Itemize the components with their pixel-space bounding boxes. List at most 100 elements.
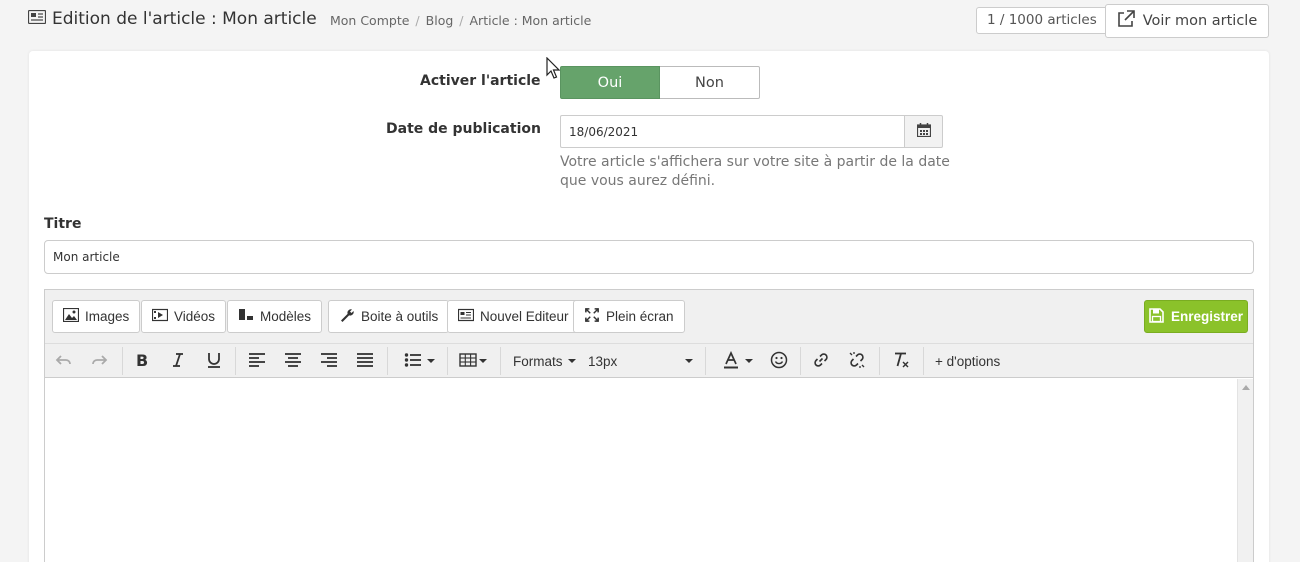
toolbar-separator xyxy=(447,347,448,375)
formats-label: Formats xyxy=(513,353,563,369)
breadcrumb: Mon Compte / Blog / Article : Mon articl… xyxy=(330,13,591,28)
page-title-text: Edition de l'article : Mon article xyxy=(52,9,317,29)
insert-link-button[interactable] xyxy=(812,348,830,374)
align-center-button[interactable] xyxy=(284,348,302,374)
italic-button[interactable] xyxy=(169,348,187,374)
unlink-icon xyxy=(848,351,866,372)
chevron-down-icon xyxy=(685,359,693,363)
activate-label: Activer l'article xyxy=(420,73,541,89)
redo-button[interactable] xyxy=(90,348,108,374)
toggle-yes-button[interactable]: Oui xyxy=(560,66,660,99)
toolbox-label: Boite à outils xyxy=(361,309,439,324)
align-center-icon xyxy=(284,351,302,372)
expand-icon xyxy=(584,308,600,325)
floppy-disk-icon xyxy=(1149,307,1164,326)
bullet-list-icon xyxy=(404,351,422,372)
text-color-button[interactable] xyxy=(718,348,756,374)
font-size-dropdown[interactable]: 13px xyxy=(588,348,693,374)
undo-icon xyxy=(55,351,73,372)
external-link-icon xyxy=(1117,10,1135,32)
calendar-button[interactable] xyxy=(904,115,943,148)
more-options-button[interactable]: + d'options xyxy=(935,348,1000,374)
breadcrumb-current: Article : Mon article xyxy=(469,13,592,28)
undo-button[interactable] xyxy=(55,348,73,374)
clear-formatting-button[interactable] xyxy=(891,348,911,374)
activate-toggle: Oui Non xyxy=(560,66,760,99)
videos-label: Vidéos xyxy=(174,309,216,324)
templates-label: Modèles xyxy=(260,309,312,324)
template-icon xyxy=(238,308,254,325)
toolbar-separator xyxy=(235,347,236,375)
table-icon xyxy=(459,351,477,372)
view-article-label: Voir mon article xyxy=(1142,13,1258,29)
formatting-toolbar: B Formats 13px + d'options xyxy=(45,344,1253,378)
toggle-no-button[interactable]: Non xyxy=(660,66,760,99)
fullscreen-label: Plein écran xyxy=(606,309,674,324)
breadcrumb-separator: / xyxy=(459,13,464,28)
save-button[interactable]: Enregistrer xyxy=(1144,300,1248,333)
toolbar-separator xyxy=(923,347,924,375)
article-counter-badge: 1 / 1000 articles xyxy=(976,7,1108,34)
align-right-icon xyxy=(320,351,338,372)
align-right-button[interactable] xyxy=(320,348,338,374)
link-icon xyxy=(812,351,830,372)
fullscreen-button[interactable]: Plein écran xyxy=(573,300,685,333)
publication-date-help: Votre article s'affichera sur votre site… xyxy=(560,154,950,189)
chevron-down-icon xyxy=(479,359,487,363)
toolbox-button[interactable]: Boite à outils xyxy=(328,300,450,333)
mouse-cursor-icon xyxy=(546,56,561,79)
publication-date-group: 18/06/2021 xyxy=(560,115,943,148)
toolbar-separator xyxy=(122,347,123,375)
image-icon xyxy=(62,307,80,325)
svg-text:B: B xyxy=(136,351,148,369)
toolbar-separator xyxy=(879,347,880,375)
formats-dropdown[interactable]: Formats xyxy=(513,348,576,374)
new-editor-button[interactable]: Nouvel Editeur xyxy=(447,300,580,333)
images-button[interactable]: Images xyxy=(52,300,141,333)
bold-icon: B xyxy=(133,351,151,372)
chevron-down-icon xyxy=(744,359,753,363)
toolbar-separator xyxy=(800,347,801,375)
bullet-list-button[interactable] xyxy=(400,348,438,374)
underline-icon xyxy=(205,351,223,372)
breadcrumb-separator: / xyxy=(415,13,420,28)
breadcrumb-account[interactable]: Mon Compte xyxy=(330,13,409,28)
emoticon-button[interactable] xyxy=(769,348,789,374)
remove-link-button[interactable] xyxy=(848,348,866,374)
templates-button[interactable]: Modèles xyxy=(227,300,323,333)
new-editor-label: Nouvel Editeur xyxy=(480,309,569,324)
scroll-up-arrow-icon[interactable] xyxy=(1242,385,1250,390)
breadcrumb-blog[interactable]: Blog xyxy=(426,13,454,28)
view-article-button[interactable]: Voir mon article xyxy=(1105,4,1269,38)
align-justify-icon xyxy=(356,351,374,372)
align-justify-button[interactable] xyxy=(356,348,374,374)
align-left-icon xyxy=(248,351,266,372)
font-size-value: 13px xyxy=(588,353,618,369)
title-label: Titre xyxy=(44,216,82,232)
bold-button[interactable]: B xyxy=(133,348,151,374)
chevron-down-icon xyxy=(426,359,435,363)
clear-format-icon xyxy=(892,351,910,372)
publication-date-label: Date de publication xyxy=(386,121,541,137)
toolbar-separator xyxy=(705,347,706,375)
toolbar-separator xyxy=(500,347,501,375)
images-label: Images xyxy=(85,309,130,324)
editor-content-area[interactable] xyxy=(45,379,1253,562)
article-form-panel: Activer l'article Oui Non Date de public… xyxy=(29,51,1269,562)
table-button[interactable] xyxy=(458,348,488,374)
publication-date-input[interactable]: 18/06/2021 xyxy=(560,115,904,148)
wrench-icon xyxy=(339,308,355,325)
smiley-icon xyxy=(770,351,788,372)
chevron-down-icon xyxy=(567,359,576,363)
align-left-button[interactable] xyxy=(248,348,266,374)
page-title: Edition de l'article : Mon article xyxy=(27,9,317,29)
title-input[interactable]: Mon article xyxy=(44,240,1254,274)
italic-icon xyxy=(169,351,187,372)
rich-text-editor: Images Vidéos Modèles Boite à outils Nou… xyxy=(44,289,1254,562)
underline-button[interactable] xyxy=(205,348,223,374)
toolbar-separator xyxy=(387,347,388,375)
videos-button[interactable]: Vidéos xyxy=(141,300,227,333)
text-color-icon xyxy=(722,350,740,372)
calendar-icon xyxy=(916,122,931,141)
editor-scrollbar[interactable] xyxy=(1237,379,1253,562)
